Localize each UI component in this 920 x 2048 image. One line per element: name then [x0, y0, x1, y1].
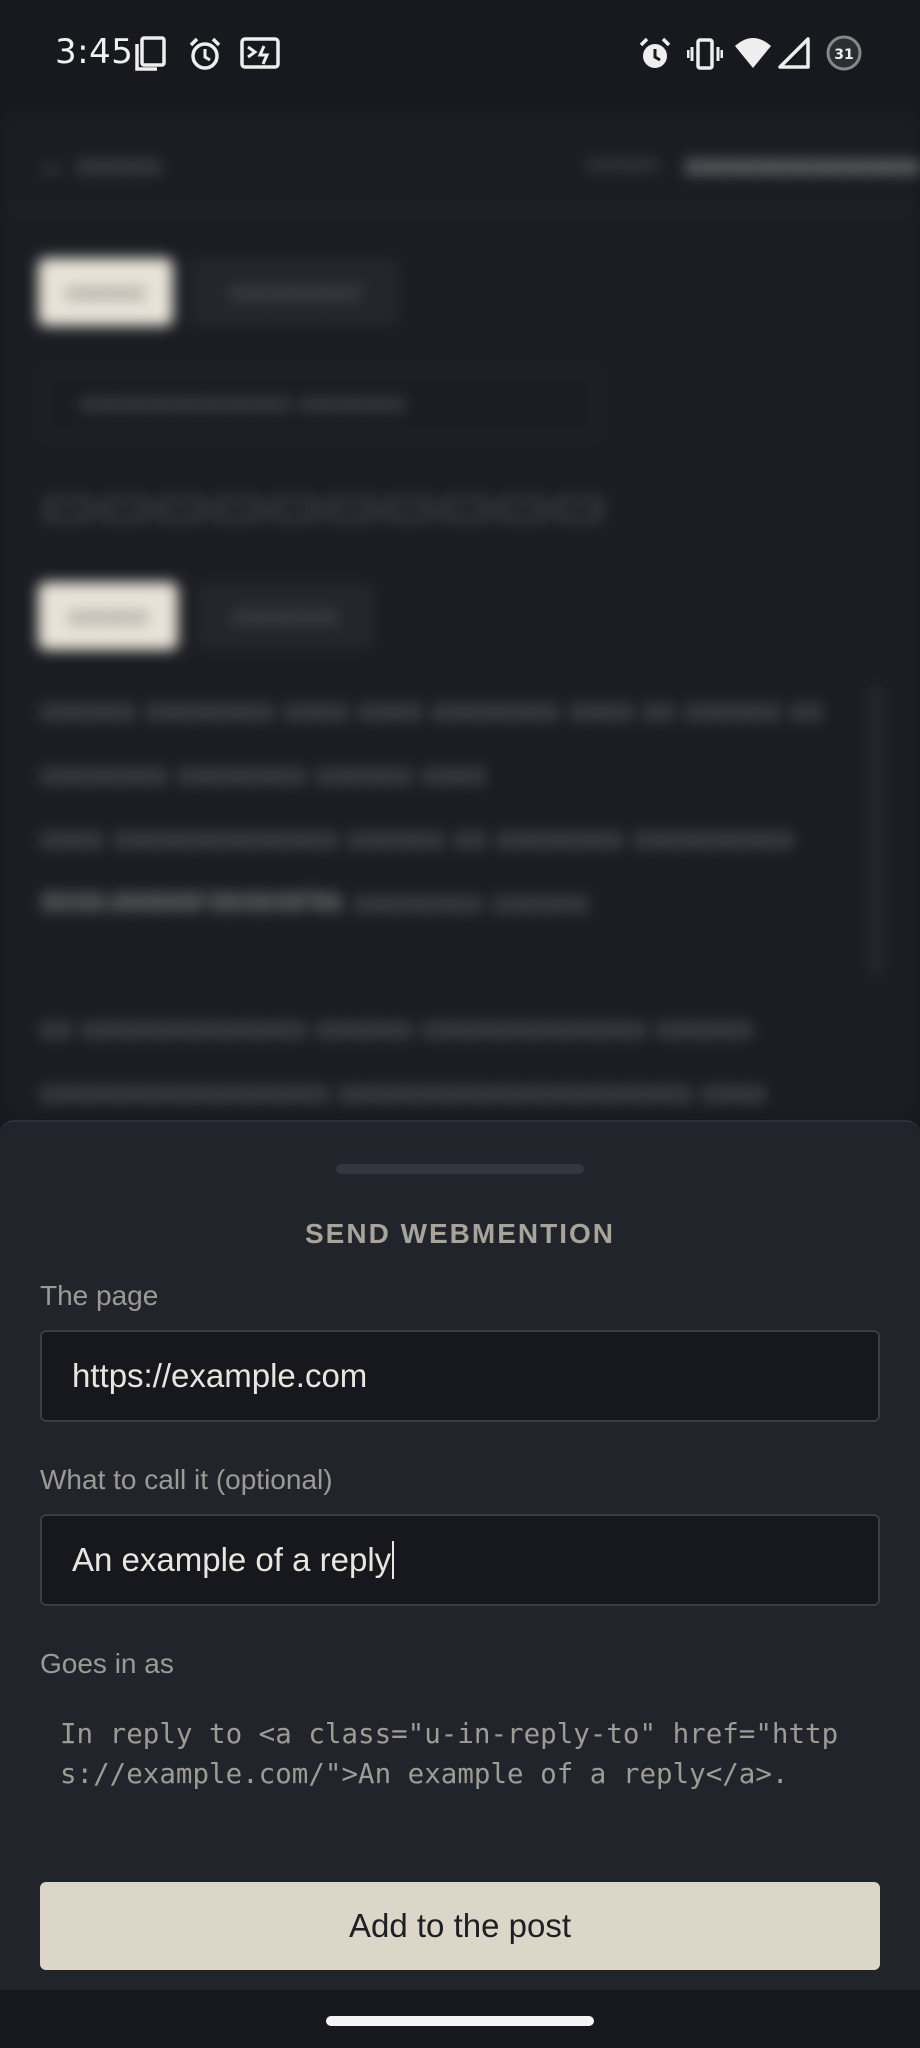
- gesture-nav-bar: [0, 1990, 920, 2048]
- status-time: 3:45: [55, 32, 134, 72]
- link-name-value: An example of a reply: [72, 1541, 392, 1578]
- background-app-blurred: ← ▭▭▭ ▭▭▭ ▭▭▭▭▭▭▭▭▭ ▭▭▭ ▭▭▭▭▭ ▭▭▭▭▭▭▭▭ ▭…: [0, 110, 920, 1120]
- bg-date-field: ▭▭▭▭▭▭▭▭ ▭▭▭▭: [40, 368, 600, 438]
- home-gesture-pill[interactable]: [326, 2016, 594, 2026]
- bg-scrollbar: [872, 685, 880, 975]
- bg-title-placeholder: ▭▭▭▭▭▭▭▭▭▭: [40, 472, 607, 538]
- battery-level: 31: [834, 47, 853, 63]
- bg-topbar: ← ▭▭▭ ▭▭▭ ▭▭▭▭▭▭▭▭▭: [0, 110, 920, 210]
- webmention-sheet: SEND WEBMENTION The page https://example…: [0, 1120, 920, 1990]
- cast-icon: [240, 36, 280, 70]
- bg-site-name: ▭▭▭▭▭▭▭▭▭: [685, 149, 920, 182]
- bg-back-link: ← ▭▭▭: [38, 149, 162, 182]
- alarm-icon: [637, 36, 673, 72]
- bg-segment-off: ▭▭▭▭: [196, 582, 374, 650]
- sheet-title: SEND WEBMENTION: [305, 1218, 615, 1249]
- sheet-drag-handle[interactable]: [336, 1164, 584, 1174]
- status-bar: 3:45 31: [0, 0, 920, 110]
- bg-segment-on: ▭▭▭: [38, 258, 173, 326]
- bg-segment-on: ▭▭▭: [38, 582, 178, 650]
- bg-body-text: ▭ ▭▭▭▭▭▭▭ ▭▭▭ ▭▭▭▭▭▭▭ ▭▭▭ ▭▭▭▭▭▭▭▭▭ ▭▭▭▭…: [40, 1009, 766, 1111]
- bg-segment-off: ▭▭▭▭▭: [190, 258, 400, 326]
- text-caret: [392, 1541, 395, 1580]
- battery-icon: 31: [826, 35, 862, 71]
- html-preview-code: In reply to <a class="u-in-reply-to" hre…: [60, 1718, 839, 1790]
- add-to-post-button[interactable]: Add to the post: [40, 1882, 880, 1970]
- page-url-input[interactable]: https://example.com: [40, 1330, 880, 1422]
- signal-icon: [777, 36, 811, 70]
- alarm-icon: [187, 36, 223, 72]
- vibrate-icon: [687, 36, 723, 72]
- bg-nav-link: ▭▭▭: [585, 148, 659, 178]
- page-url-label: The page: [40, 1280, 159, 1311]
- link-name-label: What to call it (optional): [40, 1464, 333, 1495]
- copy-icon: [133, 36, 167, 72]
- bg-heading-text: ▭▭ ▭▭▭▭▭▭▭: [40, 878, 339, 916]
- link-name-input[interactable]: An example of a reply: [40, 1514, 880, 1606]
- page-url-value: https://example.com: [72, 1357, 368, 1394]
- goes-in-as-label: Goes in as: [40, 1648, 174, 1679]
- wifi-icon: [734, 36, 772, 70]
